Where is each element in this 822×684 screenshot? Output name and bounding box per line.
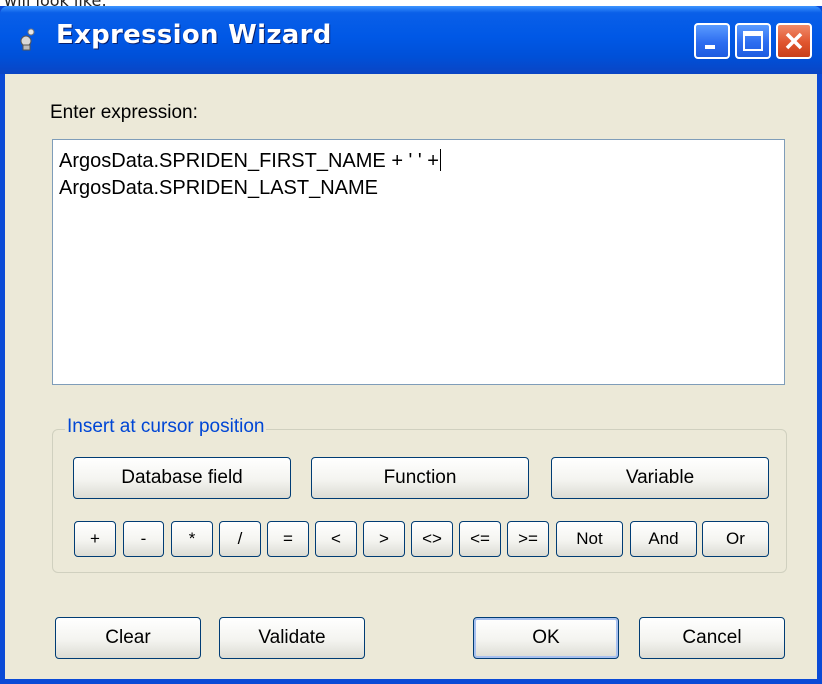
operator-multiply-button[interactable]: * [171, 521, 213, 557]
operator-greater-equal-button[interactable]: >= [507, 521, 549, 557]
expression-line-2: ArgosData.SPRIDEN_LAST_NAME [59, 177, 379, 199]
close-icon [785, 32, 803, 50]
database-field-button[interactable]: Database field [73, 457, 291, 499]
minimize-button[interactable] [694, 23, 730, 59]
operator-and-button[interactable]: And [630, 521, 697, 557]
function-button[interactable]: Function [311, 457, 529, 499]
maximize-icon [743, 31, 763, 51]
minimize-icon [705, 45, 715, 49]
operator-greater-than-button[interactable]: > [363, 521, 405, 557]
clear-button[interactable]: Clear [55, 617, 201, 659]
dialog-body: Enter expression: ArgosData.SPRIDEN_FIRS… [5, 74, 817, 679]
expression-wizard-window: Expression Wizard Enter expression: Argo… [0, 6, 822, 684]
app-icon [20, 28, 35, 51]
maximize-button[interactable] [735, 23, 771, 59]
title-bar[interactable]: Expression Wizard [0, 6, 822, 74]
operator-equals-button[interactable]: = [267, 521, 309, 557]
operator-less-than-button[interactable]: < [315, 521, 357, 557]
variable-button[interactable]: Variable [551, 457, 769, 499]
expression-textarea[interactable]: ArgosData.SPRIDEN_FIRST_NAME + ' ' + Arg… [52, 139, 785, 385]
operator-less-equal-button[interactable]: <= [459, 521, 501, 557]
ok-button[interactable]: OK [473, 617, 619, 659]
operator-plus-button[interactable]: + [74, 521, 116, 557]
operator-not-button[interactable]: Not [556, 521, 623, 557]
expression-label: Enter expression: [50, 102, 198, 123]
validate-button[interactable]: Validate [219, 617, 365, 659]
cancel-button[interactable]: Cancel [639, 617, 785, 659]
expression-line-1: ArgosData.SPRIDEN_FIRST_NAME + ' ' + [59, 150, 439, 172]
operator-divide-button[interactable]: / [219, 521, 261, 557]
close-button[interactable] [776, 23, 812, 59]
operator-or-button[interactable]: Or [702, 521, 769, 557]
operator-minus-button[interactable]: - [123, 521, 164, 557]
insert-group-label: Insert at cursor position [65, 416, 267, 438]
operator-not-equal-button[interactable]: <> [411, 521, 453, 557]
text-caret [439, 149, 441, 171]
window-title: Expression Wizard [56, 20, 332, 50]
